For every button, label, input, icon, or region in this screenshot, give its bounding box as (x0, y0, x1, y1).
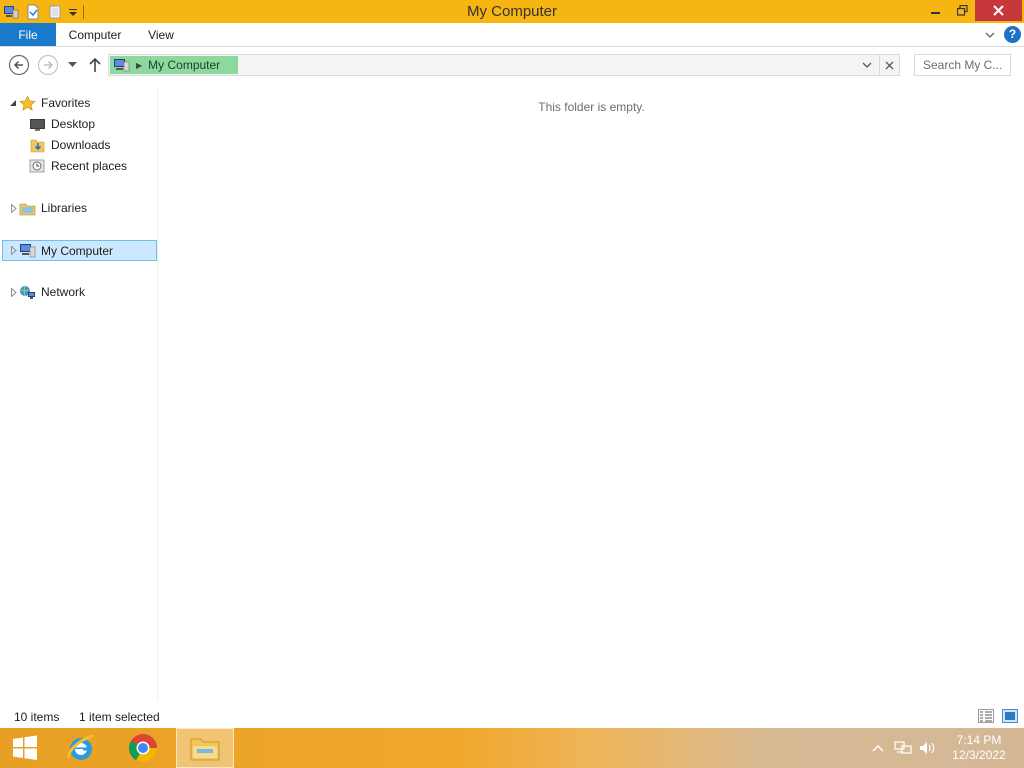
minimize-icon (931, 11, 940, 14)
back-button[interactable] (8, 54, 30, 76)
search-input[interactable]: Search My C... (914, 54, 1011, 76)
tree-label-network: Network (41, 285, 86, 299)
ribbon: File Computer View ? (0, 23, 1024, 47)
restore-button[interactable] (950, 0, 975, 21)
breadcrumb-separator-icon: ▶ (136, 60, 143, 70)
taskbar: 7:14 PM 12/3/2022 (0, 728, 1024, 768)
tree-label-libraries: Libraries (41, 201, 88, 215)
volume-icon[interactable] (918, 740, 936, 756)
desktop-icon (30, 118, 45, 131)
close-icon (993, 5, 1004, 16)
large-icons-view-icon[interactable] (1002, 709, 1018, 723)
back-arrow-icon (8, 54, 30, 76)
tree-label-my-computer: My Computer (41, 243, 114, 258)
chevron-down-icon (985, 32, 995, 38)
internet-explorer-icon (67, 734, 94, 760)
downloads-icon (30, 139, 45, 152)
expand-ribbon-button[interactable] (982, 27, 998, 43)
item-count: 10 items (14, 710, 60, 724)
up-button[interactable] (86, 55, 104, 75)
navigation-pane: Favorites Desktop Downloads Recent place… (0, 88, 158, 700)
expanded-arrow-icon[interactable] (9, 99, 18, 108)
recent-places-icon (29, 159, 45, 172)
show-hidden-icons-icon[interactable] (872, 744, 884, 752)
tree-item-libraries[interactable]: Libraries (0, 198, 156, 218)
tree-label-desktop: Desktop (51, 117, 96, 131)
tree-item-my-computer[interactable]: My Computer (2, 240, 157, 261)
quick-access-toolbar (0, 0, 84, 23)
system-tray (866, 728, 936, 768)
toolbar-divider (83, 4, 84, 19)
taskbar-file-explorer[interactable] (176, 728, 234, 768)
window-menu-icon[interactable] (0, 0, 22, 23)
tree-item-recent-places[interactable]: Recent places (0, 156, 156, 176)
close-icon (885, 61, 894, 69)
title-bar: My Computer (0, 0, 1024, 23)
tab-view[interactable]: View (138, 23, 184, 46)
tree-item-desktop[interactable]: Desktop (0, 114, 156, 134)
breadcrumb[interactable]: ▶ My Computer (110, 56, 238, 74)
clock-date: 12/3/2022 (952, 748, 1006, 762)
explorer-window: My Computer File Computer View ? ▶ My Co… (0, 0, 1024, 728)
computer-icon (114, 59, 130, 72)
status-bar: 10 items 1 item selected (0, 706, 1024, 728)
tab-computer[interactable]: Computer (58, 23, 132, 46)
chevron-down-icon (67, 62, 77, 67)
up-arrow-icon (89, 57, 101, 72)
minimize-button[interactable] (922, 0, 950, 21)
navigation-bar: ▶ My Computer Search My C... (0, 48, 1024, 82)
search-placeholder: Search My C... (923, 58, 1003, 72)
network-icon (20, 285, 35, 299)
address-bar[interactable]: ▶ My Computer (108, 54, 900, 76)
help-button[interactable]: ? (1004, 26, 1021, 43)
windows-logo-icon (13, 735, 37, 760)
collapsed-arrow-icon[interactable] (9, 287, 18, 297)
close-button[interactable] (975, 0, 1022, 21)
clear-address-button[interactable] (879, 55, 899, 75)
chrome-icon (128, 734, 157, 762)
recent-locations-button[interactable] (64, 57, 80, 73)
tree-item-downloads[interactable]: Downloads (0, 135, 156, 155)
network-status-icon[interactable] (894, 740, 912, 756)
empty-folder-message: This folder is empty. (538, 100, 645, 114)
customize-toolbar-icon[interactable] (66, 0, 80, 23)
chevron-down-icon (862, 62, 872, 68)
new-folder-icon[interactable] (44, 0, 66, 23)
collapsed-arrow-icon[interactable] (9, 246, 18, 255)
breadcrumb-item[interactable]: My Computer (148, 58, 220, 72)
forward-button[interactable] (37, 54, 59, 76)
properties-icon[interactable] (22, 0, 44, 23)
details-view-icon[interactable] (978, 709, 994, 723)
computer-icon (20, 244, 36, 258)
clock-time: 7:14 PM (956, 733, 1002, 747)
tree-label-favorites: Favorites (41, 96, 91, 110)
selection-count: 1 item selected (79, 710, 160, 724)
start-button[interactable] (0, 728, 50, 768)
forward-arrow-icon (37, 54, 59, 76)
tree-label-recent-places: Recent places (51, 159, 128, 173)
star-icon (19, 94, 36, 111)
address-dropdown-button[interactable] (859, 57, 875, 73)
taskbar-internet-explorer[interactable] (52, 728, 110, 768)
tree-label-downloads: Downloads (51, 138, 111, 152)
window-title: My Computer (466, 3, 558, 20)
tab-file[interactable]: File (0, 23, 56, 46)
file-explorer-icon (190, 738, 220, 761)
restore-icon (957, 5, 968, 16)
collapsed-arrow-icon[interactable] (9, 203, 18, 213)
taskbar-chrome[interactable] (114, 728, 172, 768)
libraries-icon (19, 203, 36, 215)
clock[interactable]: 7:14 PM 12/3/2022 (944, 733, 1014, 763)
tree-item-network[interactable]: Network (0, 282, 156, 302)
file-list-area[interactable]: This folder is empty. (159, 88, 1024, 700)
tree-item-favorites[interactable]: Favorites (0, 93, 156, 113)
